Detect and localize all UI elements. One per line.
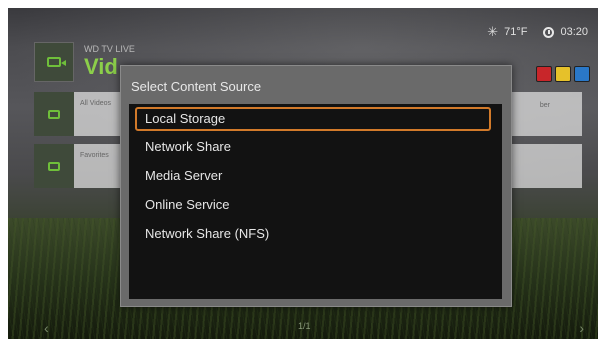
video-camera-icon — [47, 57, 66, 67]
temperature: 71°F — [504, 26, 528, 38]
folder-icon — [48, 161, 60, 171]
chevron-right-icon[interactable]: › — [579, 320, 584, 336]
dialog-title: Select Content Source — [131, 79, 262, 94]
red-key-icon[interactable] — [536, 66, 552, 82]
select-content-source-dialog: Select Content Source Local Storage Netw… — [120, 65, 512, 307]
row-icon-box — [34, 144, 74, 188]
row-label: Favorites — [80, 152, 109, 159]
video-section-icon-box — [34, 42, 74, 82]
clock-icon — [543, 26, 555, 38]
sun-icon: ✳ — [487, 24, 499, 39]
blue-key-icon[interactable] — [574, 66, 590, 82]
status-bar: ✳ 71°F 03:20 — [487, 24, 588, 40]
tv-screen: ✳ 71°F 03:20 WD TV LIVE Vid All Videos b… — [8, 8, 598, 339]
yellow-key-icon[interactable] — [555, 66, 571, 82]
option-online-service[interactable]: Online Service — [135, 193, 491, 217]
clock-time: 03:20 — [560, 26, 588, 38]
option-network-share-nfs[interactable]: Network Share (NFS) — [135, 222, 491, 246]
folder-icon — [48, 109, 60, 119]
color-keys — [536, 66, 590, 82]
chevron-left-icon[interactable]: ‹ — [44, 320, 49, 336]
page-indicator: 1/1 — [298, 321, 311, 331]
row-label: All Videos — [80, 100, 112, 107]
brand-label: WD TV LIVE — [84, 44, 135, 54]
option-network-share[interactable]: Network Share — [135, 135, 491, 159]
row-icon-box — [34, 92, 74, 136]
option-media-server[interactable]: Media Server — [135, 164, 491, 188]
option-local-storage[interactable]: Local Storage — [135, 107, 491, 131]
source-option-list: Local Storage Network Share Media Server… — [129, 104, 502, 299]
row-right-label: ber — [539, 102, 550, 109]
